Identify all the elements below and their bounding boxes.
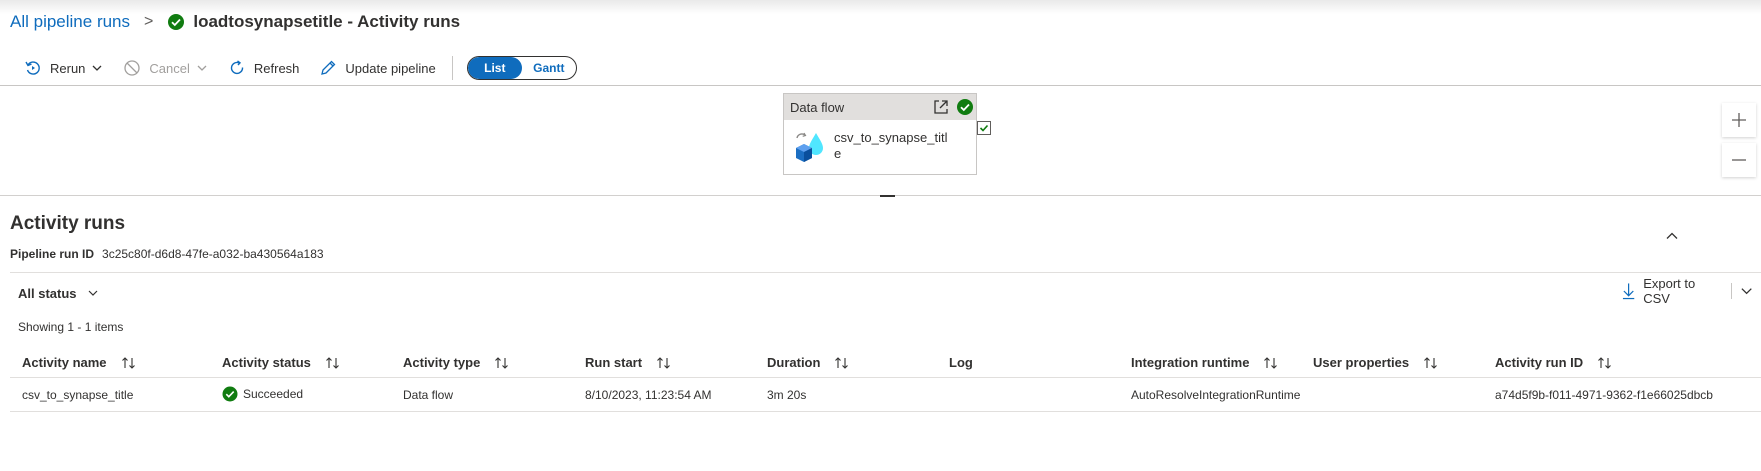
sort-icon[interactable]: [1597, 356, 1613, 370]
column-activity-status[interactable]: Activity status: [222, 355, 341, 370]
chevron-up-icon[interactable]: [1664, 228, 1680, 244]
chevron-down-icon: [88, 290, 97, 296]
cancel-label: Cancel: [149, 60, 190, 76]
cancel-icon: [124, 60, 141, 76]
update-pipeline-button[interactable]: Update pipeline: [309, 52, 445, 84]
chevron-down-icon[interactable]: [1740, 284, 1753, 298]
column-log: Log: [949, 355, 973, 370]
activity-node-checkbox[interactable]: [977, 121, 991, 135]
activity-runs-table: Activity name Activity status Activity t…: [10, 350, 1761, 412]
column-label: Activity type: [403, 355, 481, 370]
column-label: Activity run ID: [1495, 355, 1584, 370]
cell-activity-name[interactable]: csv_to_synapse_title: [22, 388, 133, 402]
column-activity-run-id[interactable]: Activity run ID: [1495, 355, 1613, 370]
page-title: loadtosynapsetitle - Activity runs: [193, 12, 461, 31]
pipeline-run-id-label: Pipeline run ID: [10, 247, 95, 261]
cell-integration-runtime: AutoResolveIntegrationRuntime: [1131, 388, 1301, 402]
export-label: Export to CSV: [1643, 276, 1696, 306]
plus-icon: [1732, 113, 1746, 127]
breadcrumb-separator: >: [144, 13, 154, 30]
sort-icon[interactable]: [494, 356, 510, 370]
column-label: Run start: [585, 355, 643, 370]
column-run-start[interactable]: Run start: [585, 355, 672, 370]
cell-activity-status: Succeeded: [222, 386, 303, 402]
activity-node[interactable]: Data flow csv_to_synapse_title: [783, 93, 977, 175]
success-check-icon: [168, 14, 185, 30]
status-text: Succeeded: [243, 387, 304, 401]
success-check-icon: [222, 386, 238, 402]
activity-node-body: csv_to_synapse_title: [784, 120, 976, 162]
breadcrumb: All pipeline runs > loadtosynapsetitle -…: [10, 10, 460, 34]
toolbar-divider: [451, 56, 453, 80]
rerun-label: Rerun: [50, 60, 86, 76]
section-divider: [10, 272, 1761, 273]
activity-node-header: Data flow: [784, 94, 976, 120]
refresh-label: Refresh: [253, 60, 300, 76]
refresh-icon: [230, 60, 244, 75]
cell-run-start: 8/10/2023, 11:23:54 AM: [585, 388, 712, 402]
minus-icon: [1732, 159, 1746, 161]
pipeline-run-id: Pipeline run ID 3c25c80f-d6d8-47fe-a032-…: [10, 247, 324, 261]
activity-node-type: Data flow: [790, 99, 845, 115]
rerun-icon: [25, 61, 40, 75]
view-list-option[interactable]: List: [467, 57, 522, 79]
column-user-properties[interactable]: User properties: [1313, 355, 1439, 370]
column-integration-runtime[interactable]: Integration runtime: [1131, 355, 1279, 370]
zoom-out-button[interactable]: [1722, 143, 1756, 177]
checkmark-icon: [979, 124, 989, 132]
sort-icon[interactable]: [1423, 356, 1439, 370]
sort-icon[interactable]: [834, 356, 850, 370]
open-external-icon[interactable]: [932, 98, 950, 116]
sort-icon[interactable]: [656, 356, 672, 370]
export-divider: [1730, 283, 1732, 299]
table-header: Activity name Activity status Activity t…: [10, 350, 1761, 378]
edit-pencil-icon: [321, 60, 336, 75]
toolbar: Rerun Cancel Refresh Update pipeline Lis…: [14, 52, 577, 84]
pipeline-run-id-value: 3c25c80f-d6d8-47fe-a032-ba430564a183: [102, 247, 324, 261]
sort-icon[interactable]: [325, 356, 341, 370]
activity-node-name: csv_to_synapse_title: [834, 130, 948, 161]
sort-icon[interactable]: [1263, 356, 1279, 370]
column-label: User properties: [1313, 355, 1410, 370]
cell-activity-run-id: a74d5f9b-f011-4971-9362-f1e66025dbcb: [1495, 388, 1713, 402]
column-label: Duration: [767, 355, 821, 370]
column-activity-type[interactable]: Activity type: [403, 355, 510, 370]
dataflow-icon: [796, 132, 823, 162]
success-check-icon: [957, 99, 973, 115]
status-filter-dropdown[interactable]: All status: [18, 284, 99, 302]
section-title: Activity runs: [10, 213, 126, 234]
column-label: Activity status: [222, 355, 311, 370]
cell-activity-type: Data flow: [403, 388, 454, 402]
column-label: Activity name: [22, 355, 107, 370]
chevron-down-icon: [92, 65, 102, 71]
column-activity-name[interactable]: Activity name: [22, 355, 137, 370]
column-label: Integration runtime: [1131, 355, 1250, 370]
items-count: Showing 1 - 1 items: [18, 320, 124, 334]
zoom-in-button[interactable]: [1722, 103, 1756, 137]
export-to-csv-button[interactable]: Export to CSV: [1622, 276, 1761, 306]
download-icon: [1622, 283, 1635, 300]
column-duration[interactable]: Duration: [767, 355, 850, 370]
chevron-down-icon: [197, 65, 207, 71]
table-row[interactable]: csv_to_synapse_title Succeeded Data flow…: [10, 378, 1761, 412]
rerun-button[interactable]: Rerun: [14, 52, 113, 84]
sort-icon[interactable]: [121, 356, 137, 370]
update-pipeline-label: Update pipeline: [345, 60, 436, 76]
cancel-button[interactable]: Cancel: [113, 52, 217, 84]
column-label: Log: [949, 355, 973, 370]
resize-handle[interactable]: [880, 195, 895, 197]
zoom-controls: [1722, 103, 1756, 193]
status-filter-label: All status: [18, 285, 77, 301]
view-gantt-option[interactable]: Gantt: [522, 57, 576, 79]
breadcrumb-all-pipeline-runs[interactable]: All pipeline runs: [10, 12, 130, 32]
refresh-button[interactable]: Refresh: [218, 52, 310, 84]
cell-duration: 3m 20s: [767, 388, 807, 402]
view-toggle: List Gantt: [466, 56, 577, 80]
